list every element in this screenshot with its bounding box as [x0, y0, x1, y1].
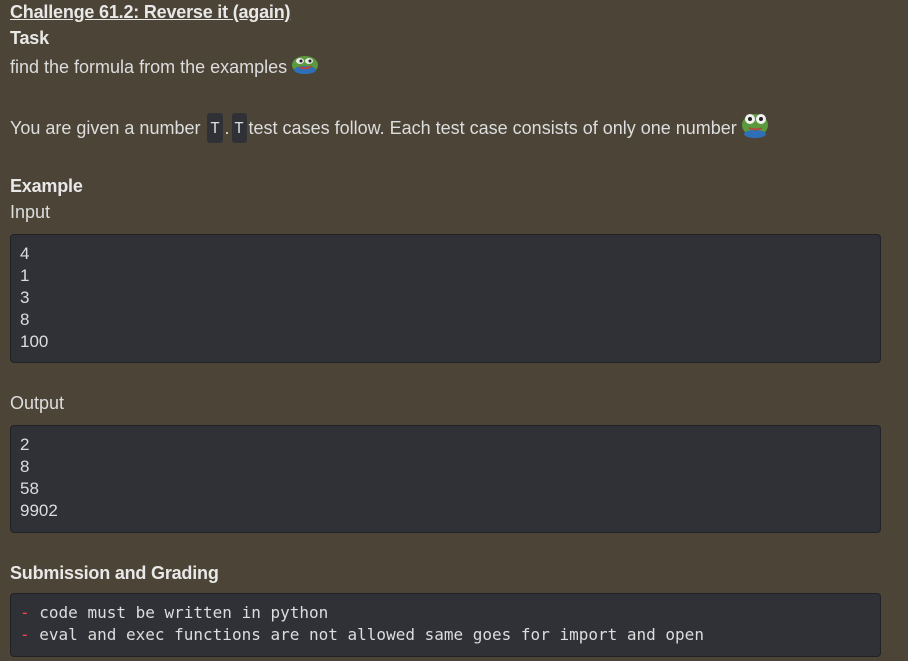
rule-line: - eval and exec functions are not allowe… [20, 624, 871, 646]
output-codeblock: 2 8 58 9902 [10, 425, 881, 533]
rule-line: - code must be written in python [20, 602, 871, 624]
rule-text: code must be written in python [39, 603, 329, 622]
output-line: 8 [20, 457, 30, 476]
inline-code-t-second: T [231, 113, 247, 143]
rule-dash: - [20, 603, 30, 622]
task-text-line: find the formula from the examples [10, 51, 881, 83]
input-line: 3 [20, 288, 30, 307]
example-heading: Example [10, 176, 83, 196]
frog-emoji-icon[interactable] [290, 51, 320, 83]
task-heading: Task [10, 28, 49, 48]
given-dot: . [224, 118, 230, 138]
input-line: 100 [20, 332, 49, 351]
inline-code-t: T [207, 113, 223, 143]
submission-heading: Submission and Grading [10, 563, 219, 583]
given-text-line: You are given a number T . T test cases … [10, 109, 881, 147]
given-suffix: test cases follow. Each test case consis… [248, 118, 737, 138]
rule-dash: - [20, 625, 30, 644]
input-codeblock: 4 1 3 8 100 [10, 234, 881, 363]
rules-codeblock: - code must be written in python - eval … [10, 593, 881, 657]
output-line: 9902 [20, 501, 58, 520]
challenge-title: Challenge 61.2: Reverse it (again) [10, 2, 291, 22]
frog-stare-emoji-icon[interactable] [740, 109, 770, 147]
given-prefix: You are given a number [10, 118, 201, 138]
rule-text: eval and exec functions are not allowed … [39, 625, 704, 644]
output-line: 58 [20, 479, 39, 498]
input-line: 1 [20, 266, 30, 285]
message-content: Challenge 61.2: Reverse it (again) Task … [10, 0, 881, 657]
input-label: Input [10, 202, 51, 222]
input-line: 4 [20, 244, 30, 263]
input-line: 8 [20, 310, 30, 329]
output-label: Output [10, 393, 65, 413]
task-text: find the formula from the examples [10, 57, 288, 77]
output-line: 2 [20, 435, 30, 454]
